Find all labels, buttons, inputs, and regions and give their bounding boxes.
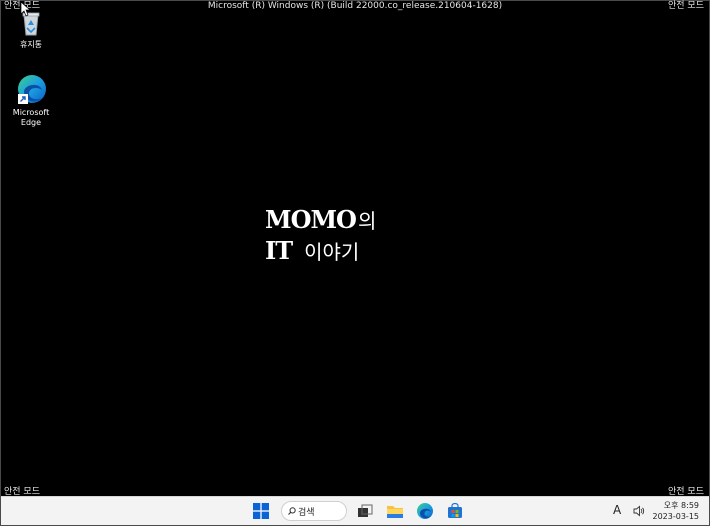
- search-icon: [288, 507, 296, 515]
- watermark-latin-2: IT: [265, 236, 293, 265]
- watermark: MOMO 의 IT 이야기: [265, 205, 376, 265]
- taskbar: 검색 A 오후 8:59 2023-03-15: [1, 496, 709, 525]
- watermark-line2: IT 이야기: [265, 236, 376, 265]
- mouse-cursor-icon: [21, 2, 31, 17]
- recycle-bin-label: 휴지통: [19, 40, 43, 49]
- edge-icon: [417, 503, 433, 519]
- edge-icon: [14, 72, 48, 106]
- start-button[interactable]: [251, 501, 271, 521]
- start-icon: [253, 503, 269, 519]
- speaker-icon[interactable]: [633, 505, 645, 517]
- file-explorer-button[interactable]: [385, 501, 405, 521]
- watermark-latin-1: MOMO: [265, 205, 357, 234]
- search-label: 검색: [298, 507, 315, 518]
- taskbar-search-box[interactable]: 검색: [281, 501, 347, 521]
- clock-date: 2023-03-15: [652, 512, 700, 521]
- task-view-icon: [358, 504, 373, 517]
- watermark-korean-2: 이야기: [304, 240, 360, 264]
- store-button[interactable]: [445, 501, 465, 521]
- clock-time: 오후 8:59: [663, 501, 699, 510]
- store-icon: [448, 503, 462, 518]
- system-clock[interactable]: 오후 8:59 2023-03-15: [653, 500, 700, 522]
- edge-label-line2: Edge: [20, 118, 42, 127]
- desktop-icon-recycle-bin[interactable]: 휴지통: [3, 8, 59, 50]
- watermark-korean-1: 의: [357, 209, 377, 233]
- os-build-title: Microsoft (R) Windows (R) (Build 22000.c…: [207, 1, 503, 11]
- watermark-line1: MOMO 의: [265, 205, 376, 234]
- edge-label-line1: Microsoft: [12, 108, 50, 117]
- desktop-icon-edge[interactable]: Microsoft Edge: [3, 72, 59, 128]
- input-indicator[interactable]: A: [613, 503, 621, 517]
- safe-mode-label-top-right: 안전 모드: [668, 1, 704, 11]
- task-view-button[interactable]: [355, 501, 375, 521]
- file-explorer-icon: [387, 506, 403, 518]
- edge-taskbar-button[interactable]: [415, 501, 435, 521]
